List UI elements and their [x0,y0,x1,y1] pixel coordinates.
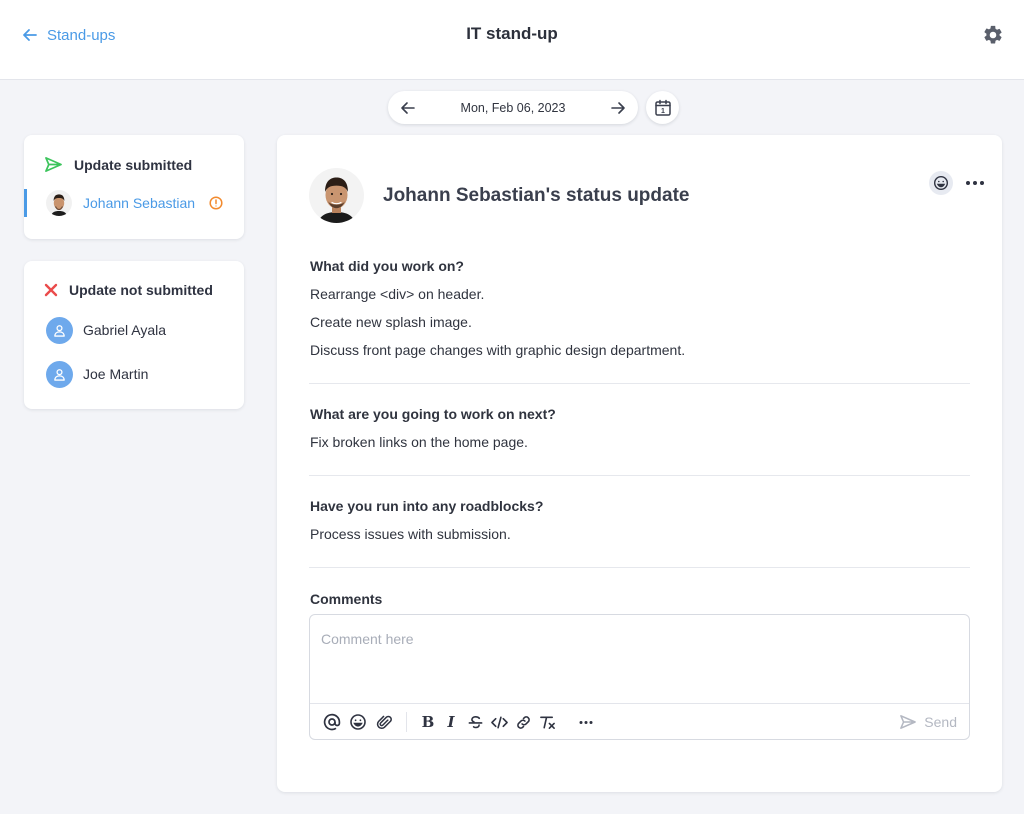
arrow-left-icon [401,101,415,114]
question-title: Have you run into any roadblocks? [310,498,544,514]
avatar [46,316,73,344]
more-horizontal-icon [966,181,984,185]
question-section-2: What are you going to work on next? Fix … [310,406,970,462]
comment-input[interactable] [310,615,969,703]
clear-formatting-icon [539,716,555,729]
smiley-icon [350,714,366,730]
answer-line: Rearrange <div> on header. [310,286,485,302]
italic-button[interactable]: I [441,712,461,732]
section-divider [309,475,970,476]
portrait-image [46,190,72,216]
question-section-3: Have you run into any roadblocks? Proces… [310,498,970,554]
gear-icon [984,25,1002,44]
date-navigator: Mon, Feb 06, 2023 [388,91,638,124]
not-submitted-heading-text: Update not submitted [69,282,213,298]
answer-line: Create new splash image. [310,314,472,330]
person-item-gabriel-ayala[interactable]: Gabriel Ayala [24,315,244,345]
person-name: Gabriel Ayala [83,322,167,338]
submitted-card: Update submitted Johann Sebastian [24,135,244,239]
section-divider [309,383,970,384]
send-icon [900,715,917,729]
submitted-heading: Update submitted [44,156,192,173]
mention-button[interactable] [322,712,342,732]
question-title: What did you work on? [310,258,464,274]
strikethrough-icon [468,715,482,728]
send-button[interactable]: Send [899,712,957,732]
answer-line: Discuss front page changes with graphic … [310,342,686,358]
send-label: Send [924,714,957,730]
status-update-title: Johann Sebastian's status update [383,185,690,206]
warning-icon [209,196,223,210]
not-submitted-card: Update not submitted Gabriel Ayala Joe M… [24,261,244,409]
avatar [309,168,364,223]
answer-line: Fix broken links on the home page. [310,434,528,450]
avatar [46,360,73,388]
at-sign-icon [323,713,341,731]
link-button[interactable] [513,712,533,732]
previous-day-button[interactable] [400,100,416,116]
calendar-day: 1 [661,108,665,115]
close-icon [44,283,58,297]
person-item-joe-martin[interactable]: Joe Martin [24,359,244,389]
top-header: Stand-ups IT stand-up [0,0,1024,80]
clear-formatting-button[interactable] [537,712,557,732]
person-name: Joe Martin [83,366,149,382]
more-horizontal-icon [579,720,593,724]
code-button[interactable] [489,712,509,732]
question-title: What are you going to work on next? [310,406,556,422]
user-icon [54,324,65,337]
emoji-button[interactable] [348,712,368,732]
question-section-1: What did you work on? Rearrange <div> on… [310,258,970,370]
settings-button[interactable] [982,24,1004,46]
more-options-button[interactable] [963,173,987,193]
not-submitted-heading: Update not submitted [44,282,213,298]
page-title: IT stand-up [466,24,558,43]
strikethrough-button[interactable] [465,712,485,732]
section-divider [309,567,970,568]
user-icon [54,368,65,381]
status-update-card: Johann Sebastian's status update What di… [277,135,1002,792]
paperclip-icon [376,715,392,729]
person-item-johann-sebastian[interactable]: Johann Sebastian [24,188,244,218]
submitted-heading-text: Update submitted [74,156,193,173]
arrow-right-icon [611,101,625,114]
portrait-image [309,168,364,223]
avatar [46,190,72,216]
attach-button[interactable] [374,712,394,732]
comment-toolbar: B I Send [310,703,969,739]
answer-line: Process issues with submission. [310,526,511,542]
next-day-button[interactable] [610,100,626,116]
add-reaction-button[interactable] [929,171,953,195]
code-icon [490,716,508,728]
comments-label: Comments [310,591,383,607]
calendar-icon: 1 [654,99,671,116]
smiley-icon [933,175,949,191]
comment-editor: B I Send [309,614,970,740]
person-name: Johann Sebastian [83,195,196,211]
more-formatting-button[interactable] [576,712,596,732]
toolbar-separator [406,712,407,732]
bold-button[interactable]: B [418,712,438,732]
calendar-button[interactable]: 1 [646,91,679,124]
send-icon [45,157,62,172]
current-date: Mon, Feb 06, 2023 [460,100,566,115]
link-icon [516,715,530,729]
